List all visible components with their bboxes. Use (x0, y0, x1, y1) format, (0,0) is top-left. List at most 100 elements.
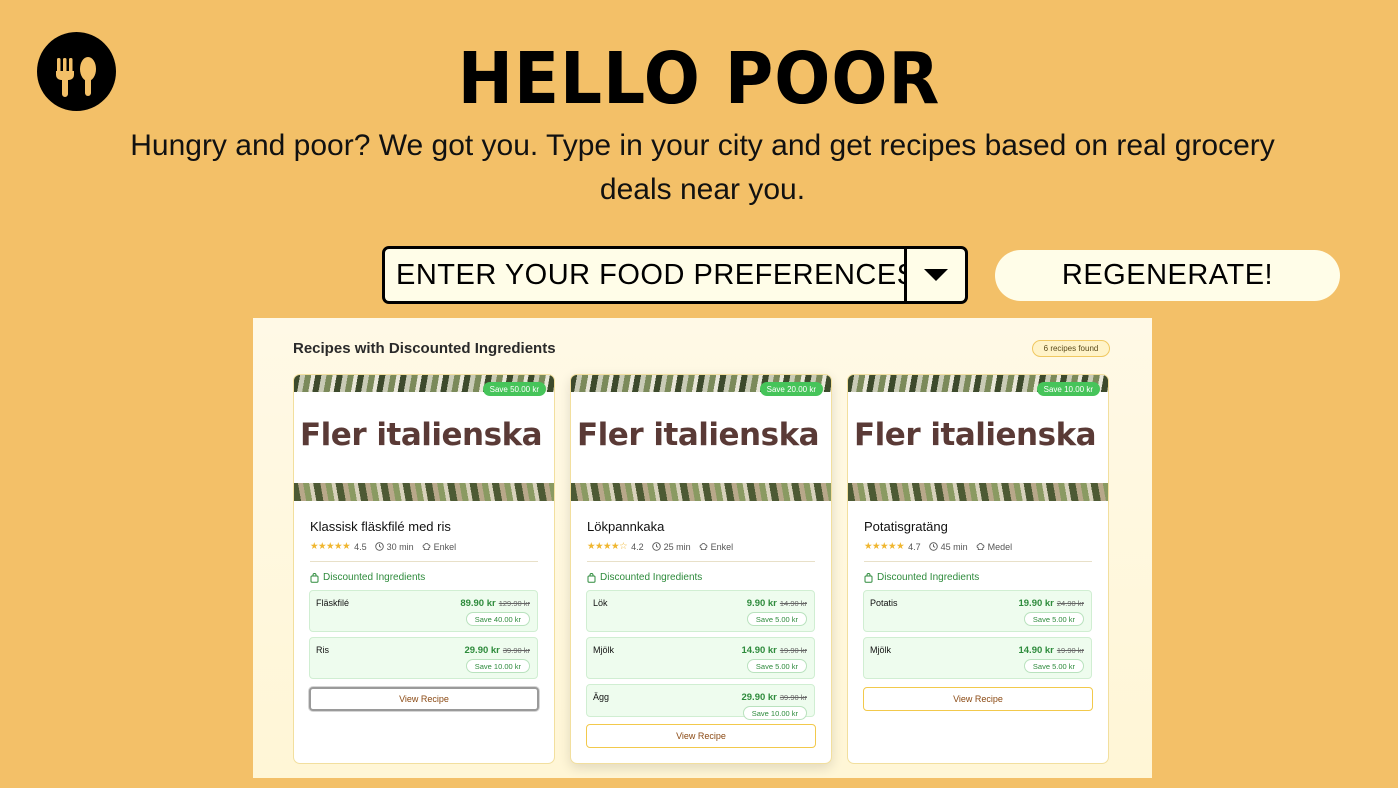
recipe-card: Fler italienska recept Save 20.00 kr Lök… (570, 374, 832, 764)
recipe-name: Lökpannkaka (587, 519, 665, 534)
ingredient-price: 29.90 kr 39.90 kr (464, 645, 530, 656)
ingredient-name: Fläskfilé (316, 598, 350, 608)
recipe-card: Fler italienska recept Save 10.00 kr Pot… (847, 374, 1109, 764)
app-title: HELLO POOR (457, 36, 941, 121)
new-price: 89.90 kr (460, 598, 496, 609)
food-preferences-value[interactable]: ENTER YOUR FOOD PREFERENCES (385, 259, 904, 292)
ingredient-price: 89.90 kr 129.90 kr (460, 598, 530, 609)
view-recipe-button[interactable]: View Recipe (309, 687, 539, 711)
chevron-down-icon (924, 269, 948, 281)
ingredient-savings: Save 5.00 kr (1023, 659, 1084, 673)
recipe-image: Fler italienska recept Save 10.00 kr (848, 375, 1108, 501)
new-price: 14.90 kr (741, 645, 777, 656)
ingredient-row: Ägg 29.90 kr 39.90 kr Save 10.00 kr (586, 684, 815, 720)
ingredient-savings: Save 10.00 kr (742, 706, 807, 720)
divider (587, 561, 815, 562)
recipe-image-text: Fler italienska recept (854, 417, 1108, 453)
recipe-image-text: Fler italienska recept (300, 417, 554, 453)
discounted-heading-label: Discounted Ingredients (877, 572, 980, 583)
new-price: 9.90 kr (746, 598, 777, 609)
divider (310, 561, 538, 562)
rating-value: 4.5 (354, 541, 367, 552)
dropdown-toggle[interactable] (904, 249, 965, 301)
cook-time: 45 min (940, 541, 968, 552)
cook-time: 30 min (386, 541, 414, 552)
ingredient-row: Ris 29.90 kr 39.90 kr Save 10.00 kr (309, 637, 538, 679)
recipe-card: Fler italienska recept Save 50.00 kr Kla… (293, 374, 555, 764)
discounted-heading: Discounted Ingredients (864, 572, 979, 583)
ingredient-price: 14.90 kr 19.90 kr (741, 645, 807, 656)
old-price: 39.90 kr (779, 693, 807, 702)
chef-hat-icon (699, 542, 707, 551)
clock-icon (374, 542, 384, 551)
difficulty: Enkel (433, 541, 457, 552)
old-price: 129.90 kr (498, 599, 530, 608)
ingredient-savings: Save 40.00 kr (465, 612, 530, 626)
ingredient-savings: Save 5.00 kr (746, 659, 807, 673)
recipe-image: Fler italienska recept Save 20.00 kr (571, 375, 831, 501)
shopping-bag-icon (864, 572, 873, 583)
panel-title: Recipes with Discounted Ingredients (293, 340, 556, 357)
old-price: 19.90 kr (779, 646, 807, 655)
recipe-image-text: Fler italienska recept (577, 417, 831, 453)
shopping-bag-icon (587, 572, 596, 583)
chef-hat-icon (422, 542, 430, 551)
discounted-heading-label: Discounted Ingredients (323, 572, 426, 583)
rating-value: 4.7 (908, 541, 921, 552)
new-price: 19.90 kr (1018, 598, 1054, 609)
recipe-name: Potatisgratäng (864, 519, 948, 534)
ingredient-price: 14.90 kr 19.90 kr (1018, 645, 1084, 656)
discounted-heading: Discounted Ingredients (587, 572, 702, 583)
ingredient-row: Mjölk 14.90 kr 19.90 kr Save 5.00 kr (863, 637, 1092, 679)
recipe-meta: ★★★★★ 4.7 45 min Medel (864, 541, 1012, 552)
ingredient-name: Ris (316, 645, 329, 655)
old-price: 39.90 kr (502, 646, 530, 655)
ingredient-savings: Save 5.00 kr (746, 612, 807, 626)
difficulty: Enkel (710, 541, 734, 552)
ingredient-name: Mjölk (870, 645, 892, 655)
shopping-bag-icon (310, 572, 319, 583)
recipe-meta: ★★★★★ 4.5 30 min Enkel (310, 541, 456, 552)
app-subtitle: Hungry and poor? We got you. Type in you… (130, 129, 1275, 206)
savings-badge: Save 50.00 kr (482, 382, 546, 396)
recipe-meta: ★★★★☆ 4.2 25 min Enkel (587, 541, 733, 552)
chef-hat-icon (976, 542, 984, 551)
ingredient-row: Mjölk 14.90 kr 19.90 kr Save 5.00 kr (586, 637, 815, 679)
view-recipe-button[interactable]: View Recipe (863, 687, 1093, 711)
ingredient-price: 29.90 kr 39.90 kr (741, 692, 807, 703)
ingredient-row: Lök 9.90 kr 14.90 kr Save 5.00 kr (586, 590, 815, 632)
new-price: 29.90 kr (741, 692, 777, 703)
ingredient-row: Potatis 19.90 kr 24.90 kr Save 5.00 kr (863, 590, 1092, 632)
ingredient-savings: Save 5.00 kr (1023, 612, 1084, 626)
savings-badge: Save 20.00 kr (759, 382, 823, 396)
view-recipe-button[interactable]: View Recipe (586, 724, 816, 748)
new-price: 29.90 kr (464, 645, 500, 656)
rating-stars-icon: ★★★★☆ (587, 541, 628, 552)
ingredient-price: 19.90 kr 24.90 kr (1018, 598, 1084, 609)
old-price: 14.90 kr (779, 599, 807, 608)
rating-stars-icon: ★★★★★ (310, 541, 351, 552)
ingredient-name: Ägg (593, 692, 610, 702)
food-preferences-dropdown[interactable]: ENTER YOUR FOOD PREFERENCES (382, 246, 968, 304)
difficulty: Medel (987, 541, 1013, 552)
recipe-name: Klassisk fläskfilé med ris (310, 519, 451, 534)
discounted-heading: Discounted Ingredients (310, 572, 425, 583)
recipes-panel: Recipes with Discounted Ingredients 6 re… (253, 318, 1152, 778)
ingredient-name: Lök (593, 598, 608, 608)
regenerate-button[interactable]: REGENERATE! (995, 250, 1340, 301)
recipe-image: Fler italienska recept Save 50.00 kr (294, 375, 554, 501)
new-price: 14.90 kr (1018, 645, 1054, 656)
old-price: 24.90 kr (1056, 599, 1084, 608)
savings-badge: Save 10.00 kr (1036, 382, 1100, 396)
divider (864, 561, 1092, 562)
rating-stars-icon: ★★★★★ (864, 541, 905, 552)
ingredient-name: Potatis (870, 598, 898, 608)
ingredient-row: Fläskfilé 89.90 kr 129.90 kr Save 40.00 k… (309, 590, 538, 632)
clock-icon (928, 542, 938, 551)
clock-icon (651, 542, 661, 551)
cook-time: 25 min (663, 541, 691, 552)
recipes-count-badge: 6 recipes found (1032, 340, 1110, 357)
ingredient-savings: Save 10.00 kr (465, 659, 530, 673)
rating-value: 4.2 (631, 541, 644, 552)
ingredient-price: 9.90 kr 14.90 kr (747, 598, 807, 609)
